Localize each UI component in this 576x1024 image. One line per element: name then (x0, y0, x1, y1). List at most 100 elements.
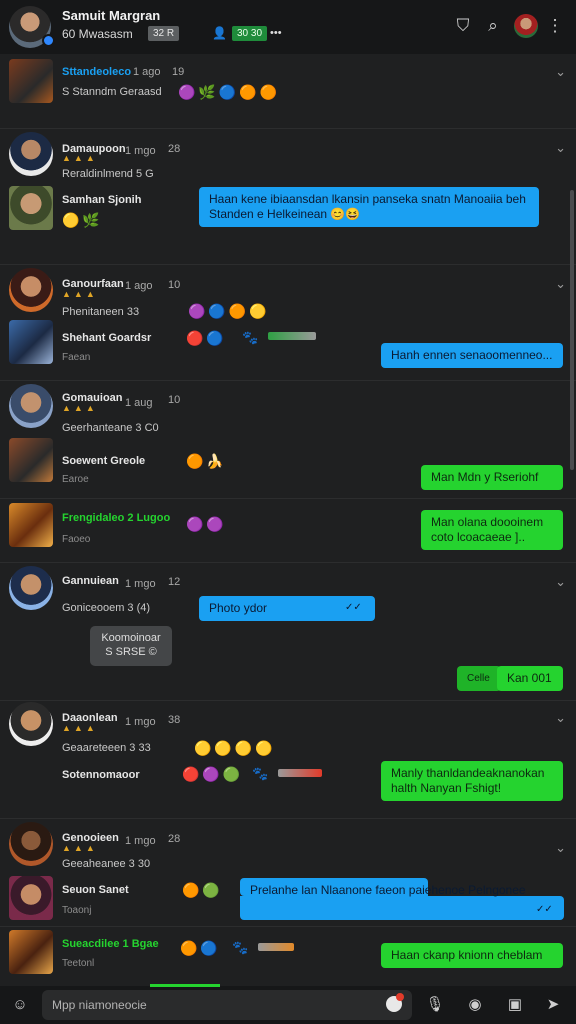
emoji-icon[interactable]: ☺ (9, 994, 31, 1016)
message-preview: S Stanndm Geraasd (62, 86, 162, 98)
scrollbar[interactable] (570, 190, 574, 470)
message-bubble[interactable]: Prelanhe lan Nlaanone faeon paiehenoe Pe… (240, 878, 564, 920)
crown-icon: ▲▲▲ (62, 153, 98, 163)
divider (0, 700, 576, 701)
message-preview: Geaareteeen 3 33 (62, 742, 151, 754)
sender-name[interactable]: Sueacdilee 1 Bgae (62, 938, 159, 950)
avatar[interactable] (9, 702, 53, 746)
user-avatar[interactable] (514, 14, 538, 38)
attachment-icon[interactable]: ▣ (504, 994, 526, 1016)
chevron-down-icon[interactable]: ⌄ (555, 276, 566, 292)
reaction-row[interactable]: 🟠🔵 (180, 940, 221, 957)
message-bubble[interactable]: Haan ckanp knionn cheblam (381, 943, 563, 968)
message-bubble[interactable]: Hanh ennen senaoomenneo... (381, 343, 563, 368)
chevron-down-icon[interactable]: ⌄ (555, 64, 566, 80)
message-text: Prelanhe lan Nlaanone faeon paiehenoe Pe… (250, 883, 526, 897)
reaction-row[interactable]: 🟣🌿🔵🟠🟠 (178, 84, 280, 101)
chat-header: Samuit Margran 60 Mwasasm 32 R 👤 30 30 •… (0, 0, 576, 54)
avatar[interactable] (9, 320, 53, 364)
divider (0, 128, 576, 129)
reaction-row[interactable]: 🔴🔵 (186, 330, 227, 347)
chat-subtitle: 60 Mwasasm (62, 27, 133, 41)
count: 12 (168, 576, 181, 588)
reaction-row[interactable]: 🟠🟢 (182, 882, 223, 899)
crown-icon: ▲▲▲ (62, 289, 98, 299)
crown-icon: ▲▲▲ (62, 843, 98, 853)
sender-subtitle: Faoeo (62, 534, 91, 545)
sender-name[interactable]: Shehant Goardsr (62, 332, 151, 344)
avatar[interactable] (9, 268, 53, 312)
message-bubble[interactable]: Man Mdn y Rseriohf (421, 465, 563, 490)
timestamp: 1 ago (133, 66, 161, 78)
message-preview: Geerhanteane 3 C0 (62, 422, 159, 434)
avatar[interactable] (9, 59, 53, 103)
avatar[interactable] (9, 822, 53, 866)
divider (0, 926, 576, 927)
timestamp: 1 mgo (125, 145, 156, 157)
reaction-row[interactable]: 🟡🟡🟡🟡 (194, 740, 276, 757)
divider (0, 562, 576, 563)
reaction-row[interactable]: 🟣🔵🟠🟡 (188, 303, 270, 320)
count: 38 (168, 714, 181, 726)
menu-icon[interactable]: ⋮ (544, 15, 566, 37)
notification-dot (396, 993, 404, 1001)
reaction-row[interactable]: 🟠🍌 (186, 453, 227, 470)
chat-title: Samuit Margran (62, 8, 161, 23)
divider (0, 264, 576, 265)
progress-bar (278, 769, 322, 777)
chevron-down-icon[interactable]: ⌄ (555, 574, 566, 590)
message-input[interactable]: Mpp niamoneocie (42, 990, 412, 1020)
message-bubble[interactable]: Celle (457, 666, 501, 691)
avatar[interactable] (9, 132, 53, 176)
timestamp: 1 aug (125, 397, 153, 409)
chevron-down-icon[interactable]: ⌄ (555, 140, 566, 156)
message-bubble[interactable]: Manly thanldandeaknanokan halth Nanyan F… (381, 761, 563, 801)
avatar[interactable] (9, 186, 53, 230)
system-notice: Koomoinoar S SRSE © (90, 626, 172, 666)
sender-name[interactable]: Soewent Greole (62, 455, 145, 467)
count: 10 (168, 394, 181, 406)
sender-name[interactable]: Seuon Sanet (62, 884, 129, 896)
sender-subtitle: Earoe (62, 474, 89, 485)
online-chip[interactable]: 30 30 (232, 26, 268, 41)
avatar[interactable] (9, 384, 53, 428)
avatar[interactable] (9, 566, 53, 610)
avatar[interactable] (9, 876, 53, 920)
divider (0, 818, 576, 819)
sender-name[interactable]: Samhan Sjonih (62, 194, 141, 206)
bubble-ext (240, 896, 428, 920)
sticker-icon: 🐾 (232, 940, 249, 955)
message-preview: Geeaheanee 3 30 (62, 858, 151, 870)
sender-name[interactable]: Sttandeoleco (62, 66, 131, 78)
avatar[interactable] (9, 438, 53, 482)
send-icon[interactable]: ➤ (542, 994, 564, 1016)
avatar[interactable] (9, 930, 53, 974)
read-check-icon: ✓✓ (536, 904, 553, 915)
more-dots[interactable]: ••• (270, 27, 282, 39)
count: 28 (168, 833, 181, 845)
camera-icon[interactable]: ◉ (464, 994, 486, 1016)
sender-name[interactable]: Sotennomaoor (62, 769, 140, 781)
progress-bar (268, 332, 316, 340)
sticker-icon: 🐾 (242, 330, 259, 345)
message-bubble[interactable]: Kan 001 (497, 666, 563, 691)
member-chip[interactable]: 32 R (148, 26, 180, 41)
notice-line: Koomoinoar (101, 632, 161, 644)
notice-line: S SRSE © (105, 646, 157, 658)
sender-name[interactable]: Gannuiean (62, 575, 119, 587)
search-icon[interactable]: ⌕ (482, 15, 504, 37)
sender-subtitle: Faean (62, 352, 91, 363)
reaction-row[interactable]: 🟣🟣 (186, 516, 227, 533)
microphone-icon[interactable]: 🎙 (424, 994, 446, 1016)
reaction-row[interactable]: 🟡🌿 (62, 212, 103, 229)
avatar[interactable] (9, 503, 53, 547)
sender-name[interactable]: Frengidaleo 2 Lugoo (62, 512, 170, 524)
count: 28 (168, 143, 181, 155)
sender-subtitle: Toaonj (62, 905, 92, 916)
reaction-row[interactable]: 🔴🟣🟢 (182, 766, 243, 783)
message-bubble[interactable]: Haan kene ibiaansdan lkansin panseka sna… (199, 187, 539, 227)
chevron-down-icon[interactable]: ⌄ (555, 840, 566, 856)
message-bubble[interactable]: Man olana doooinem coto lcoacaeae ].. (421, 510, 563, 550)
chevron-down-icon[interactable]: ⌄ (555, 710, 566, 726)
shield-icon[interactable]: ⛉ (452, 15, 474, 37)
